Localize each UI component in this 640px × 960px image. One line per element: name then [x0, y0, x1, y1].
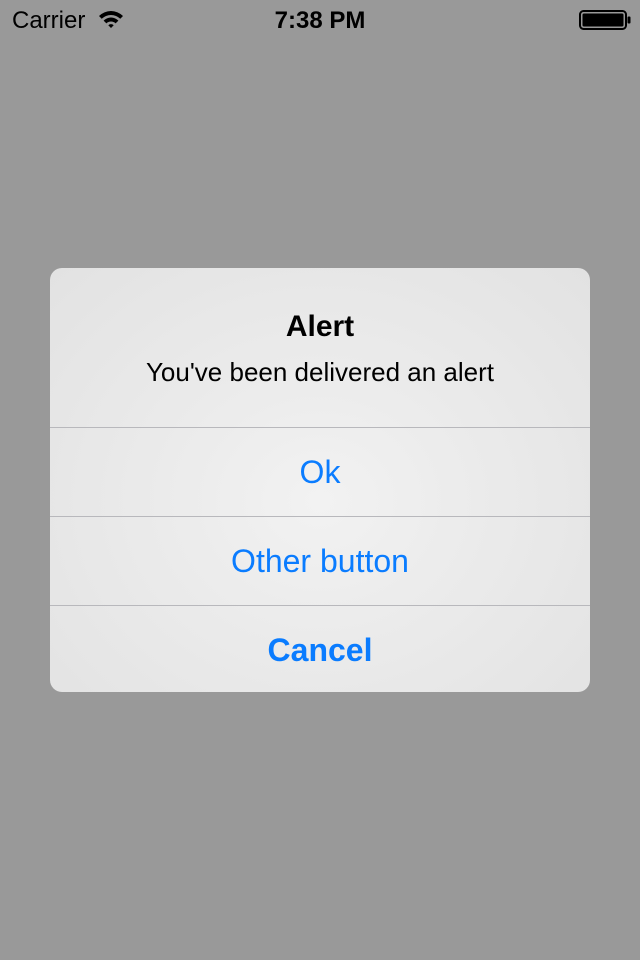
alert-dialog: Alert You've been delivered an alert Ok … [50, 268, 590, 692]
cancel-button[interactable]: Cancel [50, 605, 590, 692]
alert-message: You've been delivered an alert [145, 357, 495, 387]
status-bar: Carrier 7:38 PM [0, 0, 640, 40]
status-time: 7:38 PM [274, 7, 366, 34]
screen: Carrier 7:38 PM Alert You've been delive… [0, 0, 640, 960]
ok-button[interactable]: Ok [50, 427, 590, 516]
alert-title: Alert [285, 310, 355, 343]
alert-header: Alert You've been delivered an alert [50, 268, 590, 427]
other-button[interactable]: Other button [50, 516, 590, 605]
battery-full-icon [579, 10, 631, 30]
